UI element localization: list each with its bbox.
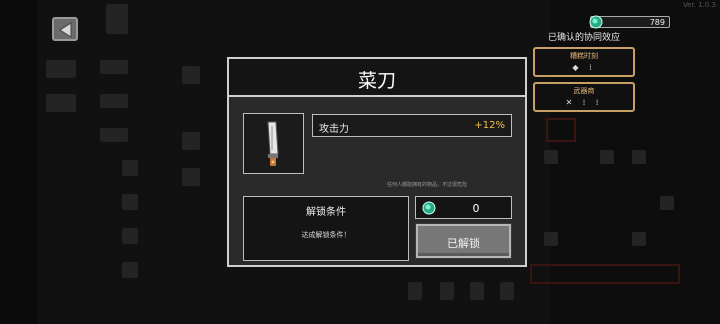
- bg-tile: [500, 282, 514, 300]
- bg-tile: [408, 282, 422, 300]
- unlock-cost-value: 0: [472, 202, 480, 215]
- bg-tile: [100, 94, 128, 108]
- unlocked-button[interactable]: 已解锁: [416, 224, 511, 258]
- synergy-card-icons: ◆ ⁞: [572, 63, 596, 72]
- bg-tile: [544, 232, 558, 246]
- unlocked-button-label: 已解锁: [447, 237, 480, 250]
- gem-icon: [589, 15, 603, 29]
- bg-red-frame: [546, 118, 576, 142]
- stat-label: 攻击力: [319, 124, 349, 135]
- unlock-condition-box: 解锁条件 达成解锁条件！: [243, 196, 409, 261]
- bg-tile: [470, 282, 484, 300]
- bg-tile: [100, 128, 128, 142]
- unlock-condition-text: 达成解锁条件！: [301, 231, 351, 239]
- item-image-frame: [243, 113, 304, 174]
- bg-tile: [182, 66, 200, 84]
- stat-value: +12%: [474, 120, 505, 131]
- bg-tile: [632, 232, 646, 246]
- bg-tile: [106, 4, 128, 34]
- bg-tile: [46, 60, 76, 78]
- modal-title: 菜刀: [357, 70, 396, 92]
- attack-stat-row: 攻击力 +12%: [312, 114, 512, 137]
- item-description: 任何人都能拥有的物品，不过很危险: [386, 182, 467, 188]
- bg-tile: [440, 282, 454, 300]
- synergy-title: 已确认的协同效应: [548, 33, 621, 43]
- unlock-cost-box: 0: [415, 196, 512, 219]
- back-button[interactable]: [52, 17, 78, 41]
- bg-tile: [182, 168, 200, 186]
- unlock-condition-title: 解锁条件: [306, 207, 346, 218]
- bg-tile: [122, 194, 138, 210]
- synergy-card[interactable]: 武器商 ✕ ⁞ ⁞: [533, 82, 635, 112]
- bg-tile: [544, 150, 558, 164]
- kitchen-knife-icon: [267, 121, 279, 166]
- back-arrow-icon: [59, 22, 72, 38]
- bg-tile: [122, 228, 138, 244]
- bg-tile: [100, 60, 128, 74]
- version-label: Ver. 1.0.3: [682, 1, 716, 9]
- bg-tile: [46, 94, 76, 112]
- synergy-card[interactable]: 糟糕时刻 ◆ ⁞: [533, 47, 635, 77]
- bg-tile: [660, 196, 674, 210]
- gem-icon: [422, 201, 436, 215]
- synergy-card-icons: ✕ ⁞ ⁞: [565, 98, 603, 107]
- bg-tile: [122, 160, 138, 176]
- modal-header: 菜刀: [229, 59, 525, 97]
- currency-value: 789: [649, 18, 665, 27]
- bg-tile: [182, 132, 200, 150]
- item-detail-modal: 菜刀 攻击力 +12% 任何人都能拥有的物品，不过很危险 解锁条件 达成解锁条件…: [227, 57, 527, 267]
- bg-tile: [122, 262, 138, 278]
- bg-red-frame: [530, 264, 680, 284]
- synergy-card-name: 武器商: [573, 87, 595, 95]
- currency-counter: 789: [589, 15, 670, 29]
- bg-tile: [632, 150, 646, 164]
- bg-tile: [600, 150, 614, 164]
- synergy-card-name: 糟糕时刻: [570, 52, 598, 60]
